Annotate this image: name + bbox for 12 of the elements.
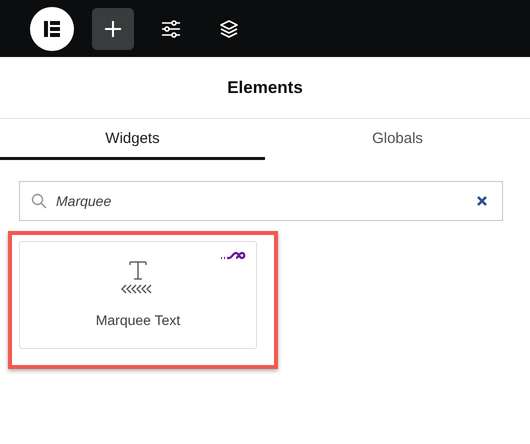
sliders-icon — [161, 18, 181, 38]
clear-button[interactable] — [475, 194, 489, 208]
widget-card[interactable]: Marquee Text — [19, 241, 257, 349]
search-field[interactable]: Marquee — [19, 181, 503, 221]
widget-name: Marquee Text — [96, 312, 180, 328]
panel-title: Elements — [227, 78, 303, 98]
plus-icon — [104, 20, 122, 38]
toolbar-button[interactable] — [92, 8, 134, 50]
logo-icon — [42, 18, 62, 38]
layers-icon — [219, 18, 239, 38]
logo-button[interactable] — [30, 6, 74, 50]
search-icon — [31, 193, 47, 209]
